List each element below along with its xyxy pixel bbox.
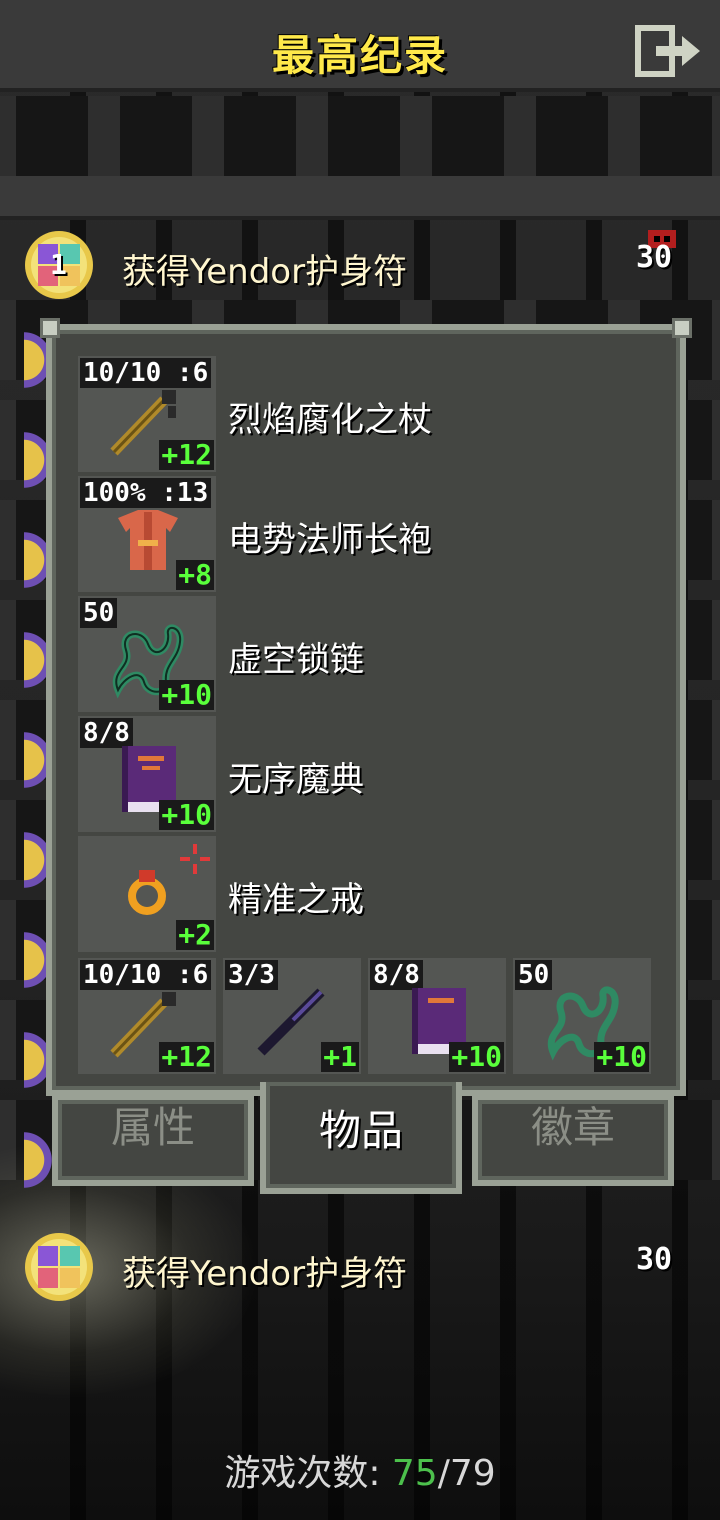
record-row[interactable]: 获得Yendor护身符 30: [0, 1226, 720, 1306]
item-level: +10: [449, 1040, 504, 1073]
exit-button[interactable]: [634, 24, 704, 78]
quickslot-3[interactable]: 8/8 +10: [368, 958, 506, 1074]
tab-label: 徽章: [530, 1103, 615, 1152]
games-separator: /: [437, 1453, 450, 1494]
item-level: +8: [176, 558, 214, 591]
item-slot[interactable]: 10/10 :6 +12: [78, 356, 216, 472]
item-name: 电势法师长袍: [228, 520, 432, 560]
exit-icon: [635, 25, 700, 77]
quickslot-4[interactable]: 50 +10: [513, 958, 651, 1074]
depth-label: 30: [636, 1242, 673, 1277]
ring-icon: [128, 870, 166, 915]
item-slot[interactable]: 50 +10: [78, 596, 216, 712]
tab-label: 物品: [318, 1106, 403, 1155]
items-panel: 10/10 :6 +12 烈焰腐化之杖 100% :13 +8 电势法师长袍 5…: [40, 318, 692, 1096]
record-description: 获得Yendor护身符: [122, 1254, 408, 1294]
item-name: 虚空锁链: [228, 640, 364, 680]
item-row-robe[interactable]: 100% :13 +8 电势法师长袍: [78, 476, 678, 592]
record-row[interactable]: 1 获得Yendor护身符 30: [0, 224, 720, 304]
item-level: +2: [176, 918, 214, 951]
tab-badges[interactable]: 徽章: [472, 1094, 674, 1186]
tab-items[interactable]: 物品: [260, 1082, 462, 1194]
quickslot-2[interactable]: 3/3 +1: [223, 958, 361, 1074]
item-level: +1: [321, 1040, 359, 1073]
item-row-ring[interactable]: +2 精准之戒: [78, 836, 678, 952]
games-total: 79: [449, 1453, 496, 1494]
tab-label: 属性: [110, 1103, 195, 1152]
record-description: 获得Yendor护身符: [122, 252, 408, 292]
item-slot[interactable]: +2: [78, 836, 216, 952]
rank-number: 1: [50, 248, 67, 281]
item-level: +10: [159, 798, 214, 831]
item-row-spellbook[interactable]: 8/8 +10 无序魔典: [78, 716, 678, 832]
item-level: +12: [159, 1040, 214, 1073]
tab-stats[interactable]: 属性: [52, 1094, 254, 1186]
amulet-icon: [25, 1233, 93, 1301]
item-level: +10: [594, 1040, 649, 1073]
games-label: 游戏次数:: [224, 1453, 381, 1494]
item-name: 烈焰腐化之杖: [228, 400, 432, 440]
item-row-chains[interactable]: 50 +10 虚空锁链: [78, 596, 678, 712]
page-title: 最高纪录: [271, 31, 448, 80]
quickslot-1[interactable]: 10/10 :6 +12: [78, 958, 216, 1074]
item-level: +12: [159, 438, 214, 471]
item-slot[interactable]: 8/8 +10: [78, 716, 216, 832]
item-row-wand[interactable]: 10/10 :6 +12 烈焰腐化之杖: [78, 356, 678, 472]
games-played: 游戏次数: 75/79: [0, 1444, 720, 1496]
quickslot-row: 10/10 :6 +12 3/3 +1 8/8 +10 50 +10: [78, 958, 652, 1074]
item-slot[interactable]: 100% :13 +8: [78, 476, 216, 592]
games-won: 75: [391, 1453, 438, 1494]
item-name: 精准之戒: [228, 880, 364, 920]
item-level: +10: [159, 678, 214, 711]
crosshair-icon: [180, 844, 210, 874]
depth-label: 30: [636, 240, 673, 275]
item-name: 无序魔典: [228, 760, 364, 800]
